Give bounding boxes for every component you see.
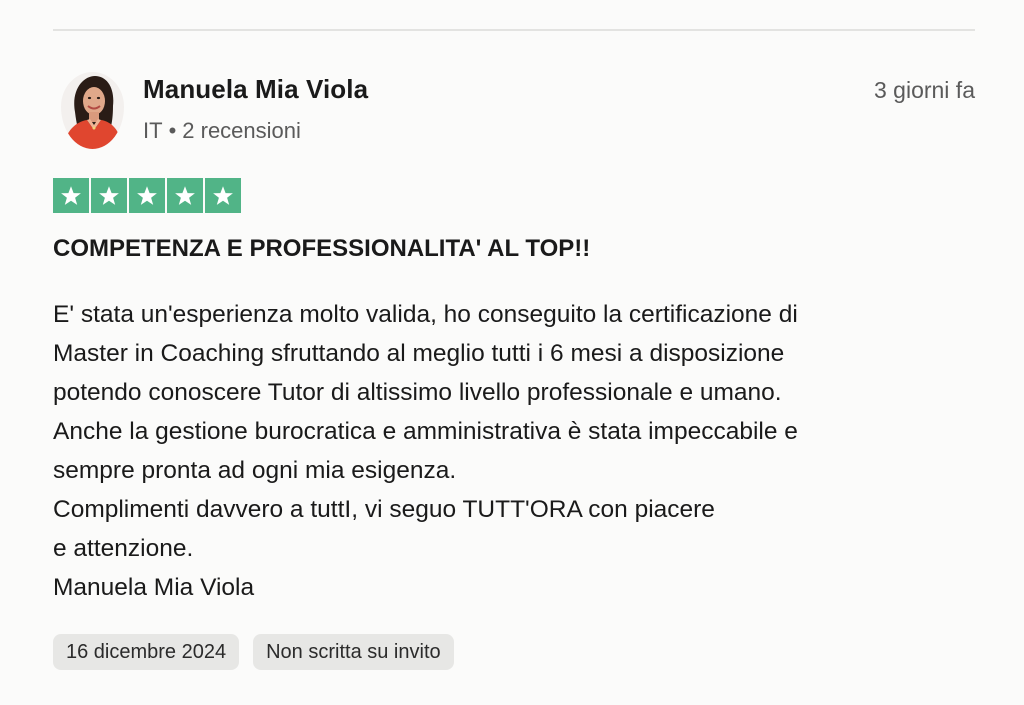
- review-date-relative: 3 giorni fa: [873, 77, 975, 103]
- review-date-tag: 16 dicembre 2024: [53, 634, 240, 670]
- review-body-line: Manuela Mia Viola: [53, 574, 255, 601]
- review-body-line: E' stata un'esperienza molto valida, ho …: [53, 301, 798, 328]
- reviewer-reviews-count[interactable]: 2 recensioni: [182, 118, 301, 143]
- invitation-status-tag[interactable]: Non scritta su invito: [253, 634, 454, 670]
- review-card: Manuela Mia Viola IT • 2 recensioni 3 gior…: [0, 0, 1024, 705]
- review-body-line: e attenzione.: [53, 535, 194, 562]
- review-body-line: Anche la gestione burocratica e amminist…: [53, 418, 798, 445]
- star-rating: [53, 178, 241, 213]
- review-body-line: potendo conoscere Tutor di altissimo liv…: [53, 379, 782, 406]
- review-body: E' stata un'esperienza molto valida, ho …: [53, 295, 983, 607]
- star-icon: [53, 178, 89, 213]
- star-icon: [129, 178, 165, 213]
- meta-separator: •: [168, 118, 177, 143]
- review-tags: 16 dicembre 2024 Non scritta su invito: [53, 634, 454, 670]
- review-title[interactable]: COMPETENZA E PROFESSIONALITA' AL TOP!!: [53, 235, 590, 263]
- review-body-line: Master in Coaching sfruttando al meglio …: [53, 340, 785, 367]
- star-icon: [205, 178, 241, 213]
- divider: [53, 29, 975, 31]
- review-body-line: sempre pronta ad ogni mia esigenza.: [53, 457, 457, 484]
- reviewer-name[interactable]: Manuela Mia Viola: [143, 74, 368, 105]
- avatar[interactable]: [61, 72, 124, 149]
- star-icon: [91, 178, 127, 213]
- reviewer-meta: IT • 2 recensioni: [143, 118, 301, 144]
- review-body-line: Complimenti davvero a tuttI, vi seguo TU…: [53, 496, 715, 523]
- star-icon: [167, 178, 203, 213]
- reviewer-country: IT: [143, 118, 163, 143]
